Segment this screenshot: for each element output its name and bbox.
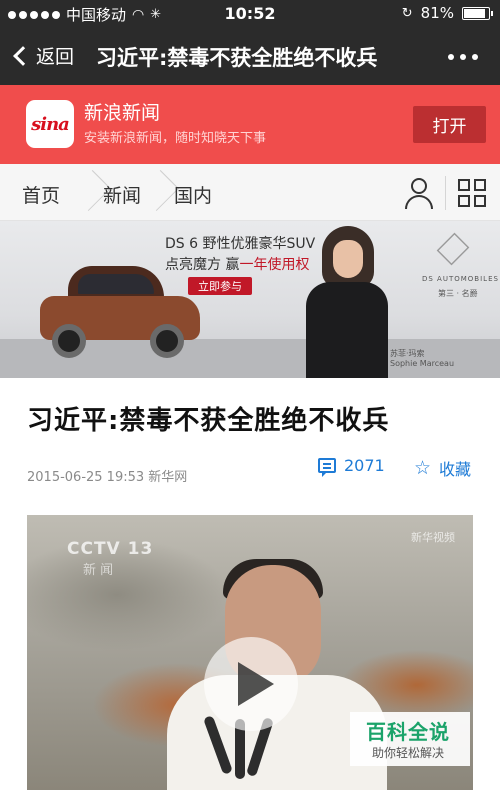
more-dot-icon [460, 54, 466, 60]
baike-title: 百科全说 [366, 720, 450, 744]
ds-logo-icon [436, 232, 470, 266]
back-chevron-icon [13, 45, 33, 66]
ad-subline: 点亮魔方 赢一年使用权 [165, 254, 309, 274]
video-watermark: 新华视频 [411, 531, 455, 544]
ad-credit-cn: 苏菲·玛索 [390, 349, 425, 358]
battery-fill [464, 8, 486, 18]
sina-logo: sina [26, 100, 74, 148]
breadcrumb: 首页 新闻 国内 [0, 164, 500, 221]
ad-headline: DS 6 野性优雅豪华SUV [165, 236, 316, 252]
ad-subline-highlight: 一年使用权 [239, 257, 310, 273]
ds-sub: 第三 · 名爵 [438, 289, 478, 298]
favorite-button[interactable]: ☆ 收藏 [414, 456, 471, 480]
star-icon: ☆ [414, 456, 432, 479]
ad-join-button[interactable]: 立即参与 [188, 277, 252, 295]
comment-button[interactable]: 2071 [318, 456, 385, 477]
favorite-label: 收藏 [439, 460, 472, 479]
breadcrumb-domestic[interactable]: 国内 [174, 181, 212, 208]
app-download-banner: sina 新浪新闻 安装新浪新闻，随时知晓天下事 打开 [0, 85, 500, 164]
more-dot-icon [472, 54, 478, 60]
ad-banner[interactable]: DS 6 野性优雅豪华SUV 点亮魔方 赢一年使用权 立即参与 苏菲·玛索 So… [0, 221, 500, 378]
back-label: 返回 [36, 46, 75, 68]
baike-subtitle: 助你轻松解决 [372, 746, 445, 760]
comment-icon [318, 458, 336, 477]
car-image [40, 266, 200, 361]
ad-credit: 苏菲·玛索 Sophie Marceau [390, 349, 454, 369]
more-dot-icon [448, 54, 454, 60]
ad-model-image [300, 226, 392, 378]
breadcrumb-news[interactable]: 新闻 [103, 181, 141, 208]
battery-percent: 81% [420, 4, 454, 22]
grid-menu-icon[interactable] [458, 179, 487, 208]
banner-subtitle: 安装新浪新闻，随时知晓天下事 [84, 131, 267, 146]
divider [445, 176, 446, 210]
status-bar: 中国移动 ◠ ✳ 10:52 ↻ 81% [0, 0, 500, 28]
article-meta: 2015-06-25 19:53 新华网 [27, 470, 188, 485]
play-icon [238, 662, 274, 706]
baike-watermark: 百科全说 助你轻松解决 [350, 712, 470, 766]
battery-icon [462, 6, 493, 20]
page-title: 习近平:禁毒不获全胜绝不收兵 [96, 46, 378, 70]
comment-count: 2071 [344, 456, 385, 475]
breadcrumb-home[interactable]: 首页 [22, 181, 60, 208]
article-title: 习近平:禁毒不获全胜绝不收兵 [27, 406, 390, 436]
ds-brand: DS AUTOMOBILES [422, 275, 499, 283]
sina-logo-text: sina [31, 113, 70, 135]
banner-app-name: 新浪新闻 [84, 102, 161, 124]
breadcrumb-separator [152, 164, 174, 221]
user-icon[interactable] [402, 176, 436, 210]
play-button[interactable] [204, 637, 298, 731]
back-button[interactable]: 返回 [10, 42, 74, 69]
rotation-lock-icon: ↻ [401, 5, 413, 21]
cctv-sub: 新 闻 [83, 563, 114, 578]
open-app-button[interactable]: 打开 [413, 106, 486, 143]
ad-credit-en: Sophie Marceau [390, 359, 455, 368]
cctv-logo: CCTV 13 [67, 539, 154, 559]
ad-subline-prefix: 点亮魔方 赢 [165, 257, 240, 273]
more-button[interactable] [448, 54, 478, 60]
title-bar: 返回 习近平:禁毒不获全胜绝不收兵 [0, 28, 500, 85]
status-right: ↻ 81% [401, 4, 493, 22]
